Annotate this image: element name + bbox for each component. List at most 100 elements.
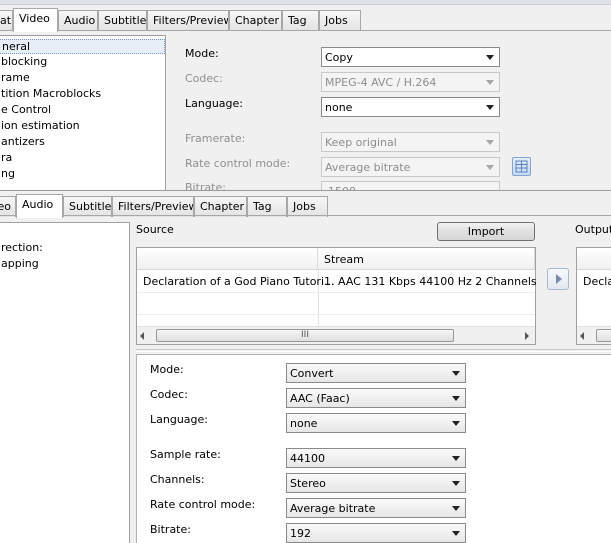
source-stream-table[interactable]: Stream Declaration of a God Piano Tutori… xyxy=(136,247,537,345)
audio-codec-label: Codec: xyxy=(150,388,188,401)
top-tab-jobs[interactable]: Jobs xyxy=(319,10,361,31)
bottom-tab-video[interactable]: eo xyxy=(0,196,16,217)
tree-item-motion-estimation[interactable]: ion estimation xyxy=(0,119,80,132)
chevron-down-icon xyxy=(486,140,494,145)
video-codec-select[interactable]: MPEG-4 AVC / H.264 xyxy=(321,72,500,92)
output-column-header[interactable] xyxy=(577,248,611,270)
audio-list-item-mapping[interactable]: apping xyxy=(0,257,39,270)
video-codec-value: MPEG-4 AVC / H.264 xyxy=(325,76,437,89)
import-button[interactable]: Import xyxy=(437,222,535,241)
column-header-name[interactable] xyxy=(137,248,318,270)
audio-language-value: none xyxy=(290,417,318,430)
sample-rate-select[interactable]: 44100 xyxy=(286,448,466,468)
horizontal-scrollbar[interactable]: III xyxy=(137,326,535,344)
output-label: Output xyxy=(575,223,611,236)
video-bitrate-label: Bitrate: xyxy=(185,181,226,190)
audio-mode-select[interactable]: Convert xyxy=(286,363,466,383)
output-row-name: Declar xyxy=(583,275,611,288)
top-window-edge xyxy=(0,0,611,5)
top-tab-filters-preview[interactable]: Filters/Preview xyxy=(147,10,229,31)
tree-item-extra[interactable]: ra xyxy=(0,151,12,164)
tree-item-frame[interactable]: rame xyxy=(0,71,30,84)
video-rate-control-value: Average bitrate xyxy=(325,161,411,174)
scroll-thumb[interactable]: III xyxy=(156,329,454,342)
bottom-tab-chapter[interactable]: Chapter xyxy=(194,196,247,217)
audio-rate-control-select[interactable]: Average bitrate xyxy=(286,498,466,518)
video-language-select[interactable]: none xyxy=(321,97,500,117)
chevron-down-icon xyxy=(452,506,460,511)
video-rate-control-label: Rate control mode: xyxy=(185,157,291,170)
scroll-left-arrow-icon[interactable] xyxy=(140,332,144,340)
tree-item-deblocking[interactable]: blocking xyxy=(0,55,47,68)
bottom-tab-strip: eo Audio Subtitle Filters/Preview Chapte… xyxy=(0,194,611,218)
video-mode-select[interactable]: Copy xyxy=(321,47,500,67)
tree-item-partition-macroblocks[interactable]: tition Macroblocks xyxy=(0,87,101,100)
top-tab-chapter[interactable]: Chapter xyxy=(229,10,282,31)
row-source-name: Declaration of a God Piano Tutori... xyxy=(143,275,335,288)
tree-item-tuning[interactable]: ng xyxy=(0,167,15,180)
audio-bitrate-value: 192 xyxy=(290,527,311,540)
audio-track-list[interactable]: rection: apping xyxy=(0,222,130,543)
chevron-down-icon xyxy=(452,481,460,486)
column-header-stream[interactable]: Stream xyxy=(318,248,535,270)
row-stream-info: 1. AAC 131 Kbps 44100 Hz 2 Channels xyxy=(324,275,537,288)
video-bitrate-spinbox[interactable]: 1500 xyxy=(321,181,500,190)
video-framerate-select[interactable]: Keep original xyxy=(321,132,500,152)
channels-label: Channels: xyxy=(150,473,205,486)
audio-bitrate-select[interactable]: 192 xyxy=(286,523,466,543)
audio-rate-control-value: Average bitrate xyxy=(290,502,376,515)
top-tab-video[interactable]: Video xyxy=(13,8,58,32)
scroll-right-arrow-icon[interactable] xyxy=(525,332,529,340)
bottom-window: eo Audio Subtitle Filters/Preview Chapte… xyxy=(0,190,611,543)
table-row[interactable]: Declaration of a God Piano Tutori... 1. … xyxy=(137,271,537,293)
audio-list-item-direction[interactable]: rection: xyxy=(0,241,43,254)
output-scroll-left-arrow-icon[interactable] xyxy=(580,332,584,340)
top-tab-subtitle[interactable]: Subtitle xyxy=(98,10,147,31)
video-framerate-value: Keep original xyxy=(325,136,397,149)
source-label: Source xyxy=(136,223,174,236)
top-tab-strip: at Video Audio Subtitle Filters/Preview … xyxy=(0,8,611,32)
video-codec-label: Codec: xyxy=(185,72,223,85)
output-stream-table[interactable]: Declar xyxy=(576,247,611,345)
chevron-down-icon xyxy=(452,371,460,376)
tree-item-quantizers[interactable]: antizers xyxy=(0,135,45,148)
video-language-value: none xyxy=(325,101,353,114)
audio-codec-select[interactable]: AAC (Faac) xyxy=(286,388,466,408)
output-scroll-thumb[interactable] xyxy=(596,329,611,342)
top-tab-general[interactable]: at xyxy=(0,10,13,31)
channels-select[interactable]: Stereo xyxy=(286,473,466,493)
empty-row-divider xyxy=(137,314,535,315)
output-scrollbar[interactable] xyxy=(577,326,611,344)
bottom-tab-audio[interactable]: Audio xyxy=(16,194,63,218)
bottom-tab-filters-preview[interactable]: Filters/Preview xyxy=(112,196,194,217)
arrow-right-icon xyxy=(556,274,562,284)
video-framerate-label: Framerate: xyxy=(185,132,246,145)
video-mode-value: Copy xyxy=(325,51,353,64)
audio-encoder-settings: Mode: Convert Codec: AAC (Faac) Language… xyxy=(136,354,611,543)
video-mode-label: Mode: xyxy=(185,47,219,60)
bottom-tab-baseline xyxy=(0,215,611,216)
top-tab-audio[interactable]: Audio xyxy=(58,10,98,31)
audio-bitrate-label: Bitrate: xyxy=(150,523,191,536)
tree-item-general[interactable]: neral xyxy=(0,39,165,54)
bottom-tab-subtitle[interactable]: Subtitle xyxy=(63,196,112,217)
settings-grid-icon[interactable] xyxy=(512,157,531,176)
chevron-down-icon xyxy=(452,531,460,536)
add-to-output-button[interactable] xyxy=(547,268,569,290)
audio-rate-control-label: Rate control mode: xyxy=(150,498,256,511)
audio-codec-value: AAC (Faac) xyxy=(290,392,350,405)
audio-mode-label: Mode: xyxy=(150,363,184,376)
channels-value: Stereo xyxy=(290,477,326,490)
bottom-tab-tag[interactable]: Tag xyxy=(247,196,287,217)
chevron-down-icon xyxy=(486,55,494,60)
top-tab-tag[interactable]: Tag xyxy=(282,10,319,31)
top-window: at Video Audio Subtitle Filters/Preview … xyxy=(0,0,611,190)
video-rate-control-select[interactable]: Average bitrate xyxy=(321,157,500,177)
splitter-handle[interactable] xyxy=(136,349,611,352)
audio-language-select[interactable]: none xyxy=(286,413,466,433)
video-settings-tree[interactable]: neral blocking rame tition Macroblocks e… xyxy=(0,35,166,190)
top-tab-baseline xyxy=(0,30,611,31)
video-language-label: Language: xyxy=(185,97,243,110)
bottom-tab-jobs[interactable]: Jobs xyxy=(287,196,328,217)
tree-item-rate-control[interactable]: e Control xyxy=(0,103,51,116)
